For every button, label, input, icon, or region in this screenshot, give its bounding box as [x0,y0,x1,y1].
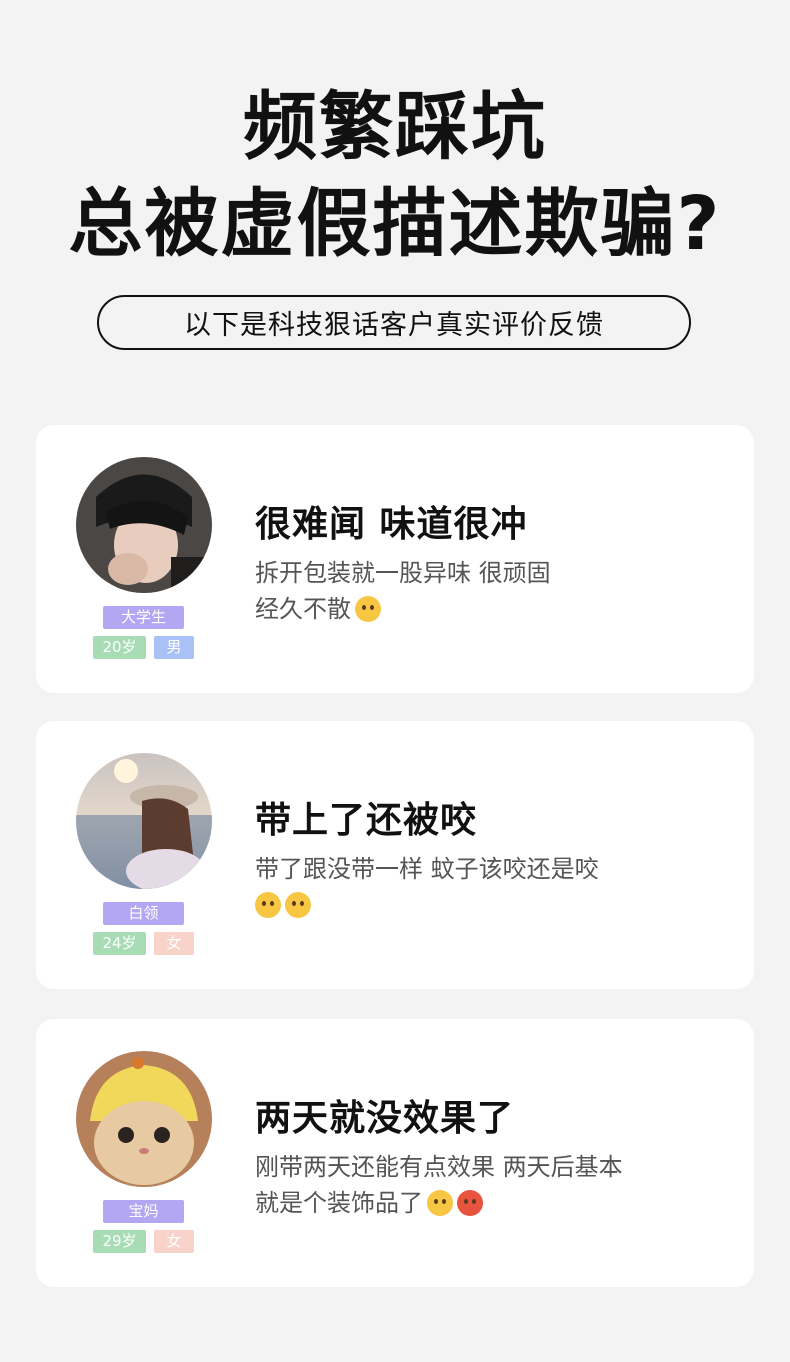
subtitle-pill: 以下是科技狠话客户真实评价反馈 [97,295,691,350]
review-card: 白领 24岁 女 带上了还被咬 带了跟没带一样 蚊子该咬还是咬 [36,721,754,989]
headline-line-1: 频繁踩坑 [243,84,547,170]
headline-line-2: 总被虚假描述欺骗? [68,181,722,267]
flushed-face-icon [255,892,281,918]
review-text-line: 就是个装饰品了 [255,1189,423,1217]
avatar [76,457,212,593]
review-text-line: 带了跟没带一样 蚊子该咬还是咬 [255,855,599,883]
review-card: 大学生 20岁 男 很难闻 味道很冲 拆开包装就一股异味 很顽固 经久不散 [36,425,754,693]
review-text-line: 刚带两天还能有点效果 两天后基本 [255,1153,623,1181]
angry-face-icon [457,1190,483,1216]
role-tag: 宝妈 [103,1200,184,1223]
avatar [76,753,212,889]
review-text-line: 拆开包装就一股异味 很顽固 [255,559,551,587]
role-tag: 大学生 [103,606,184,629]
gender-tag: 男 [154,636,194,659]
age-tag: 29岁 [93,1230,146,1253]
review-text-line: 经久不散 [255,595,351,623]
gender-tag: 女 [154,1230,194,1253]
review-text: 拆开包装就一股异味 很顽固 经久不散 [255,555,725,627]
flushed-face-icon [285,892,311,918]
review-text: 刚带两天还能有点效果 两天后基本 就是个装饰品了 [255,1149,725,1221]
screaming-face-icon [427,1190,453,1216]
review-text: 带了跟没带一样 蚊子该咬还是咬 [255,851,725,923]
age-tag: 20岁 [93,636,146,659]
age-tag: 24岁 [93,932,146,955]
review-title: 两天就没效果了 [255,1098,515,1139]
review-card: 宝妈 29岁 女 两天就没效果了 刚带两天还能有点效果 两天后基本 就是个装饰品… [36,1019,754,1287]
review-title: 带上了还被咬 [255,800,478,841]
avatar [76,1051,212,1187]
role-tag: 白领 [103,902,184,925]
review-title: 很难闻 味道很冲 [255,504,528,545]
dizzy-face-icon [355,596,381,622]
gender-tag: 女 [154,932,194,955]
